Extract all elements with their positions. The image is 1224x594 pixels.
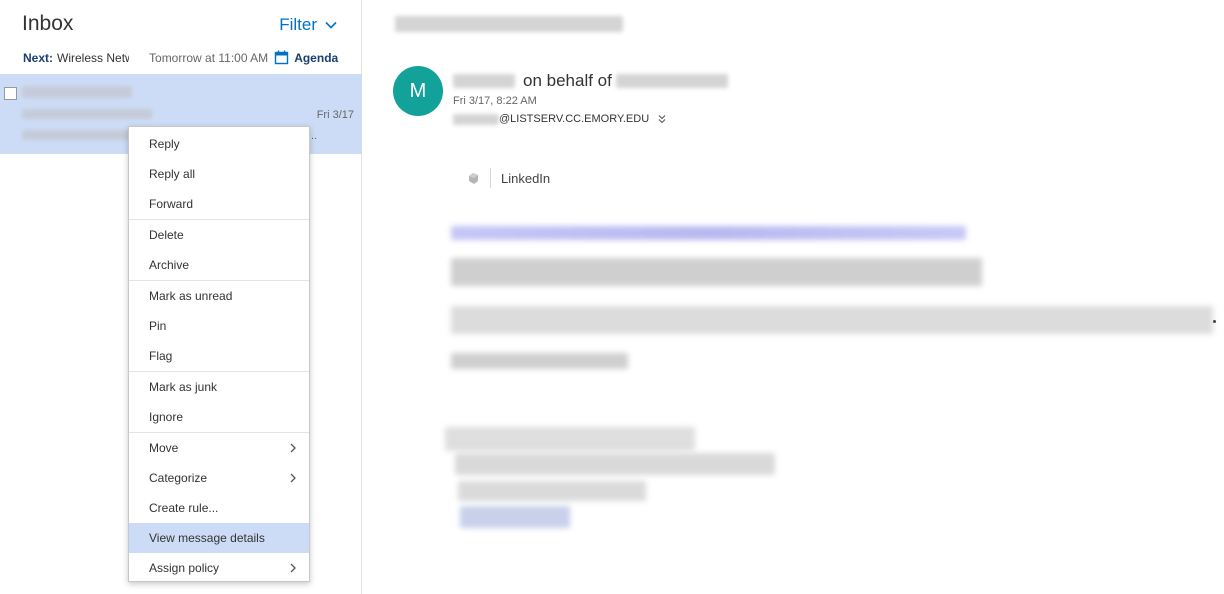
menu-item-delete[interactable]: Delete bbox=[129, 220, 309, 250]
menu-item-label: Reply bbox=[149, 137, 180, 151]
context-menu: Reply Reply all Forward Delete Archive M… bbox=[128, 126, 310, 582]
on-behalf-text: on behalf of bbox=[523, 71, 612, 90]
menu-item-label: Reply all bbox=[149, 167, 196, 181]
message-date: Fri 3/17 bbox=[316, 109, 354, 121]
addin-bar: LinkedIn bbox=[466, 168, 550, 188]
next-event-time: Tomorrow at 11:00 AM bbox=[149, 50, 269, 65]
folder-title: Inbox bbox=[22, 12, 74, 35]
menu-item-mark-as-junk[interactable]: Mark as junk bbox=[129, 372, 309, 402]
menu-item-label: Categorize bbox=[149, 471, 208, 485]
menu-item-forward[interactable]: Forward bbox=[129, 189, 309, 219]
email-suffix: @LISTSERV.CC.EMORY.EDU bbox=[499, 113, 650, 125]
sender-line: on behalf of bbox=[453, 71, 728, 91]
menu-item-label: Forward bbox=[149, 197, 194, 211]
menu-item-label: Delete bbox=[149, 228, 184, 242]
chevron-down-icon bbox=[325, 21, 337, 29]
signature-redacted bbox=[458, 481, 646, 501]
list-name-redacted[interactable] bbox=[615, 74, 728, 88]
next-label: Next: bbox=[23, 50, 54, 65]
select-checkbox[interactable] bbox=[4, 87, 17, 100]
signature-redacted bbox=[445, 427, 695, 451]
menu-item-flag[interactable]: Flag bbox=[129, 341, 309, 371]
menu-item-label: Mark as unread bbox=[149, 289, 233, 303]
menu-item-reply-all[interactable]: Reply all bbox=[129, 159, 309, 189]
sender-name-redacted bbox=[22, 86, 132, 98]
punctuation-dot bbox=[1213, 320, 1216, 323]
menu-item-view-message-details[interactable]: View message details bbox=[129, 523, 309, 553]
menu-item-reply[interactable]: Reply bbox=[129, 129, 309, 159]
menu-item-create-rule[interactable]: Create rule... bbox=[129, 493, 309, 523]
menu-item-archive[interactable]: Archive bbox=[129, 250, 309, 280]
avatar-letter: M bbox=[409, 79, 427, 102]
double-chevron-down-icon[interactable] bbox=[657, 114, 667, 124]
menu-item-label: Mark as junk bbox=[149, 380, 218, 394]
calendar-icon bbox=[274, 50, 289, 65]
signature-link-redacted[interactable] bbox=[460, 506, 570, 528]
menu-item-label: Flag bbox=[149, 349, 173, 363]
chevron-right-icon bbox=[290, 473, 296, 483]
menu-item-label: Archive bbox=[149, 258, 190, 272]
menu-item-label: Assign policy bbox=[149, 561, 220, 575]
body-line-redacted bbox=[451, 353, 628, 369]
subject-redacted bbox=[22, 109, 152, 119]
message-subject-redacted bbox=[395, 16, 623, 32]
signature-redacted bbox=[455, 453, 775, 475]
filter-button[interactable]: Filter bbox=[279, 15, 337, 35]
menu-item-ignore[interactable]: Ignore bbox=[129, 402, 309, 432]
body-line-redacted bbox=[451, 306, 1213, 334]
chevron-right-icon bbox=[290, 563, 296, 573]
addin-divider bbox=[490, 168, 491, 188]
menu-item-mark-as-unread[interactable]: Mark as unread bbox=[129, 281, 309, 311]
addin-icon[interactable] bbox=[466, 170, 482, 186]
body-line-redacted bbox=[451, 258, 982, 286]
chevron-right-icon bbox=[290, 443, 296, 453]
body-link-redacted[interactable] bbox=[451, 226, 966, 240]
preview-redacted bbox=[22, 130, 130, 140]
next-event-subject[interactable]: Wireless Netw bbox=[57, 51, 129, 65]
next-event-row[interactable]: Next: Wireless Netw Tomorrow at 11:00 AM… bbox=[23, 50, 343, 65]
menu-item-pin[interactable]: Pin bbox=[129, 311, 309, 341]
menu-item-label: Ignore bbox=[149, 410, 184, 424]
message-date: Fri 3/17, 8:22 AM bbox=[453, 95, 537, 107]
filter-label: Filter bbox=[279, 15, 317, 34]
menu-item-label: Pin bbox=[149, 319, 167, 333]
addin-linkedin[interactable]: LinkedIn bbox=[501, 171, 550, 186]
menu-item-label: View message details bbox=[149, 531, 265, 545]
menu-item-assign-policy[interactable]: Assign policy bbox=[129, 553, 309, 583]
sender-redacted[interactable] bbox=[453, 74, 515, 88]
agenda-button[interactable]: Agenda bbox=[274, 50, 338, 65]
sender-email: @LISTSERV.CC.EMORY.EDU bbox=[453, 113, 667, 125]
agenda-label: Agenda bbox=[294, 50, 339, 65]
menu-item-categorize[interactable]: Categorize bbox=[129, 463, 309, 493]
email-prefix-redacted bbox=[453, 113, 499, 125]
avatar[interactable]: M bbox=[393, 66, 443, 116]
menu-item-move[interactable]: Move bbox=[129, 433, 309, 463]
menu-item-label: Create rule... bbox=[149, 501, 219, 515]
menu-item-label: Move bbox=[149, 441, 179, 455]
